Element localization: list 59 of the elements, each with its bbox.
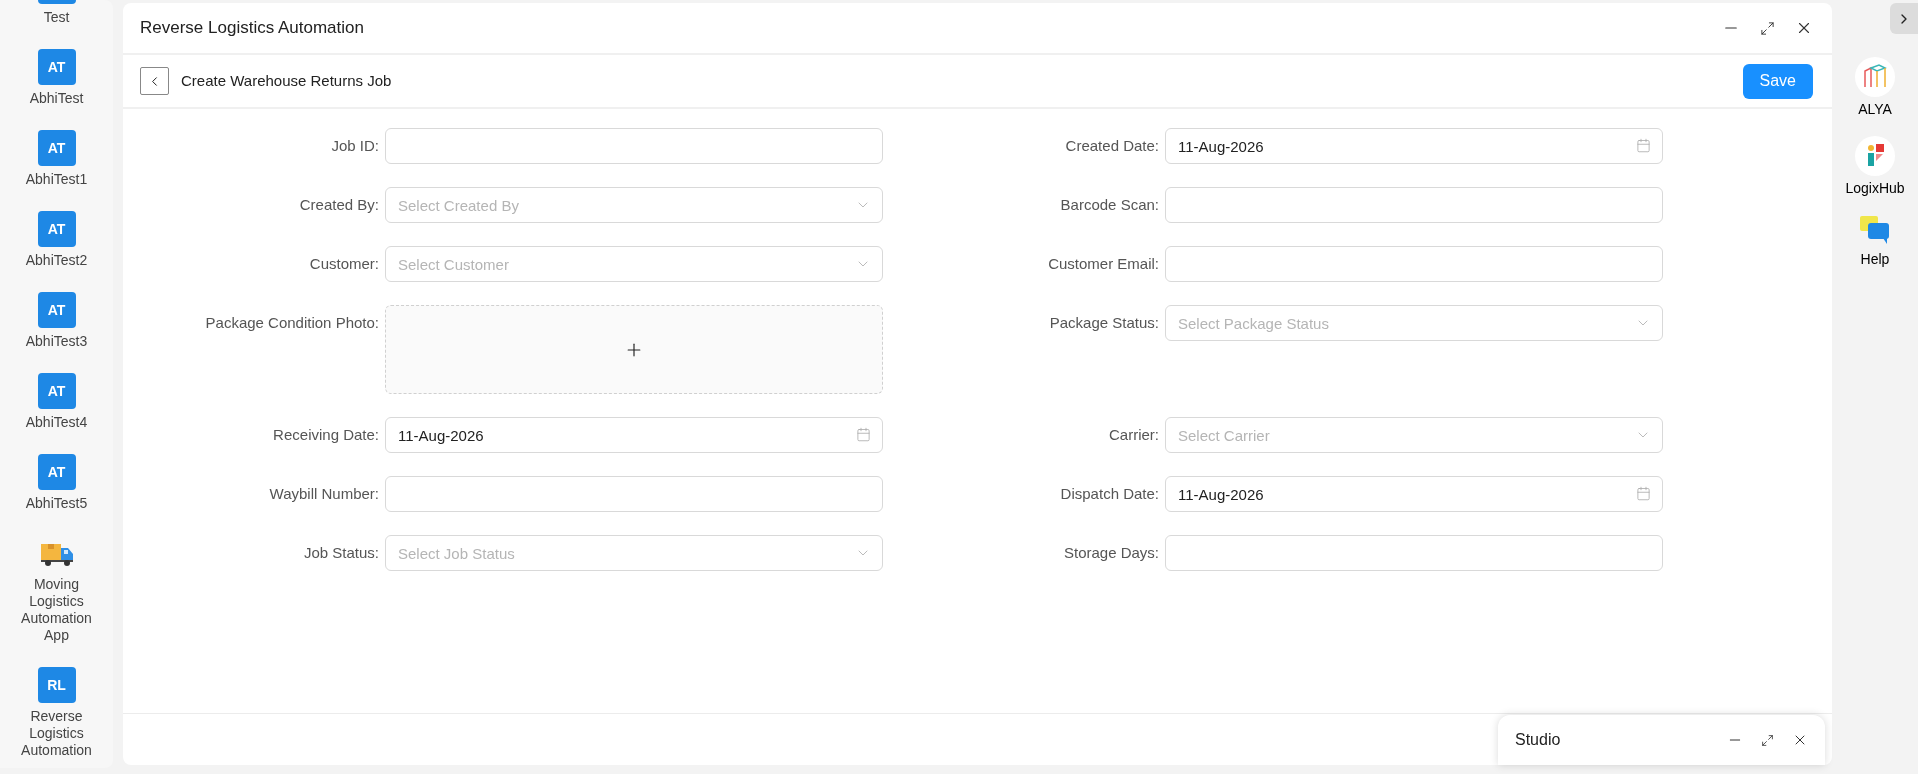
back-button[interactable] [140, 67, 169, 95]
text-field[interactable] [385, 476, 883, 512]
app-initials-icon: AT [37, 373, 76, 409]
field-label: Barcode Scan: [1060, 194, 1159, 215]
text-field[interactable] [1165, 535, 1663, 571]
page-title: Create Warehouse Returns Job [181, 70, 393, 91]
expand-button[interactable] [1890, 3, 1918, 34]
field-label: Storage Days: [1063, 542, 1159, 563]
field-label: Created By: [299, 194, 379, 215]
app-icon [37, 0, 76, 4]
calendar-icon [856, 427, 871, 442]
app-initials-icon: RL [37, 667, 76, 703]
app-label[interactable]: Help [1860, 251, 1890, 268]
field-label: Carrier: [1109, 424, 1159, 445]
app-label[interactable]: AbhiTest4 [15, 414, 98, 431]
field-label: Created Date: [1065, 135, 1159, 156]
app-initials-icon: AT [37, 211, 76, 247]
field-label: Dispatch Date: [1060, 483, 1159, 504]
app-initials-icon: AT [37, 454, 76, 490]
window-title: Reverse Logistics Automation [140, 17, 365, 40]
date-field[interactable]: 11-Aug-2026 [385, 417, 883, 453]
app-label[interactable]: AbhiTest1 [15, 171, 98, 188]
app-label[interactable]: Test [33, 9, 80, 26]
select-field[interactable]: Select Created By [385, 187, 883, 223]
logo-icon [1855, 136, 1895, 176]
app-label[interactable]: AbhiTest3 [15, 333, 98, 350]
panel-title: Studio [1515, 730, 1562, 750]
app-initials-icon: AT [37, 49, 76, 85]
select-field[interactable]: Select Customer [385, 246, 883, 282]
app-label[interactable]: Moving Logistics Automation App [0, 576, 113, 644]
maximize-icon[interactable] [1760, 20, 1775, 36]
field-label: Customer Email: [1048, 253, 1159, 274]
app-label[interactable]: LogixHub [1845, 180, 1905, 197]
text-field[interactable] [1165, 246, 1663, 282]
calendar-icon [1636, 138, 1651, 153]
maximize-icon[interactable] [1761, 733, 1774, 747]
date-field[interactable]: 11-Aug-2026 [1165, 476, 1663, 512]
logo-icon [1855, 57, 1895, 97]
app-label[interactable]: AbhiTest [19, 90, 94, 107]
field-label: Package Condition Photo: [205, 312, 379, 333]
field-label: Package Status: [1049, 312, 1159, 333]
field-label: Waybill Number: [269, 483, 379, 504]
app-initials-icon: AT [37, 292, 76, 328]
app-label[interactable]: Reverse Logistics Automation [0, 708, 113, 759]
app-initials-icon: AT [37, 130, 76, 166]
select-field[interactable]: Select Carrier [1165, 417, 1663, 453]
field-label: Customer: [309, 253, 379, 274]
calendar-icon [1636, 486, 1651, 501]
text-field[interactable] [1165, 187, 1663, 223]
date-field[interactable]: 11-Aug-2026 [1165, 128, 1663, 164]
select-field[interactable]: Select Package Status [1165, 305, 1663, 341]
text-field[interactable] [385, 128, 883, 164]
app-label[interactable]: AbhiTest5 [15, 495, 98, 512]
app-label[interactable]: ALYA [1858, 101, 1892, 118]
field-label: Job ID: [331, 135, 379, 156]
field-label: Receiving Date: [273, 424, 379, 445]
select-field[interactable]: Select Job Status [385, 535, 883, 571]
field-label: Job Status: [303, 542, 379, 563]
app-label[interactable]: AbhiTest2 [15, 252, 98, 269]
